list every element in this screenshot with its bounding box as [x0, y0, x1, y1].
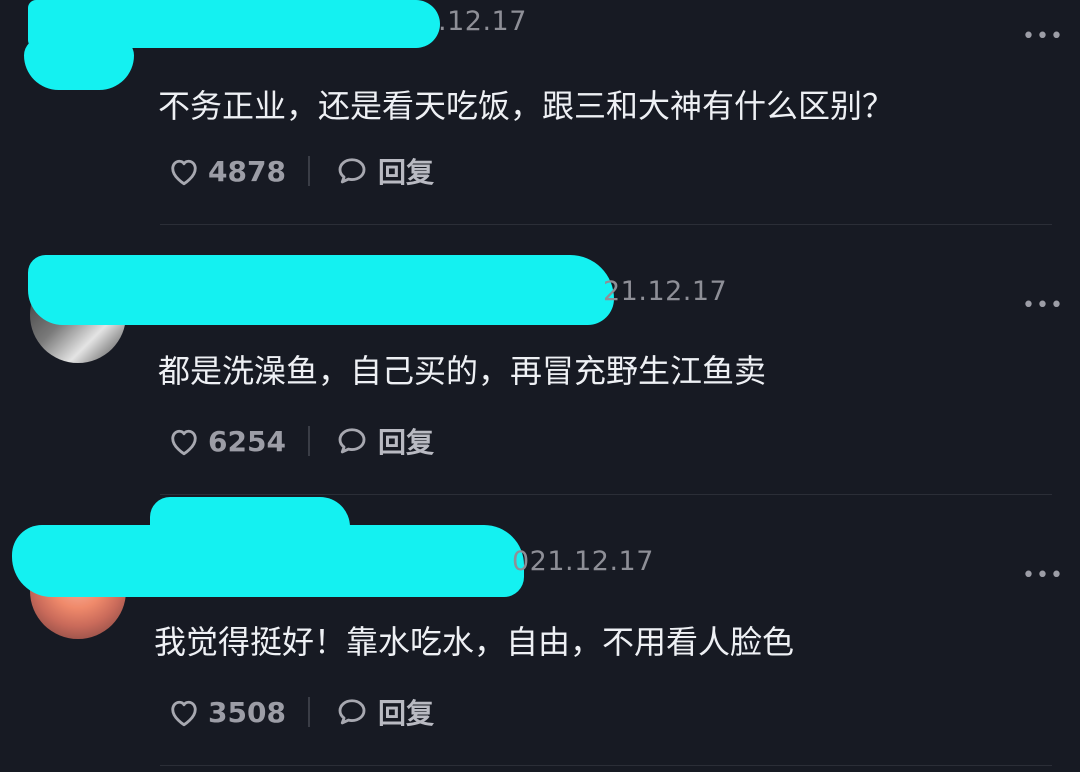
heart-outline-icon[interactable]	[166, 694, 202, 730]
like-count: 3508	[208, 695, 286, 729]
speech-bubble-icon[interactable]	[334, 423, 370, 459]
action-divider	[307, 156, 310, 186]
like-count: 6254	[208, 424, 286, 458]
comment-actions: 3508 回复	[166, 692, 434, 732]
heart-outline-icon[interactable]	[166, 423, 202, 459]
more-dots-icon[interactable]: •••	[1022, 24, 1064, 49]
comment-text: 不务正业，还是看天吃饭，跟三和大神有什么区别？	[158, 87, 895, 125]
comment-actions: 4878 回复	[166, 151, 434, 191]
heart-outline-icon[interactable]	[166, 153, 202, 189]
comment-item: .12.17 ••• 不务正业，还是看天吃饭，跟三和大神有什么区别？ 4878 …	[0, 0, 1080, 225]
comment-text: 都是洗澡鱼，自己买的，再冒充野生江鱼卖	[158, 352, 767, 390]
comment-divider	[160, 765, 1052, 766]
like-count: 4878	[208, 154, 286, 188]
speech-bubble-icon[interactable]	[334, 153, 370, 189]
comment-item: 21.12.17 ••• 都是洗澡鱼，自己买的，再冒充野生江鱼卖 6254 回复	[0, 225, 1080, 495]
comment-date: .12.17	[438, 6, 527, 37]
comment-item: 021.12.17 ••• 我觉得挺好！靠水吃水，自由，不用看人脸色 3508 …	[0, 495, 1080, 772]
reply-button[interactable]: 回复	[378, 421, 434, 461]
reply-button[interactable]: 回复	[378, 151, 434, 191]
speech-bubble-icon[interactable]	[334, 694, 370, 730]
more-dots-icon[interactable]: •••	[1022, 293, 1064, 318]
comment-thread: { "comments": [ { "date": ".12.17", "tex…	[0, 0, 1080, 772]
more-dots-icon[interactable]: •••	[1022, 563, 1064, 588]
comment-date: 021.12.17	[512, 546, 654, 577]
comment-actions: 6254 回复	[166, 421, 434, 461]
action-divider	[307, 697, 310, 727]
reply-button[interactable]: 回复	[378, 692, 434, 732]
redaction-mark	[12, 525, 524, 597]
comment-date: 21.12.17	[603, 276, 728, 307]
action-divider	[307, 426, 310, 456]
comment-text: 我觉得挺好！靠水吃水，自由，不用看人脸色	[154, 623, 795, 661]
redaction-mark	[24, 38, 134, 90]
redaction-mark	[28, 255, 614, 325]
